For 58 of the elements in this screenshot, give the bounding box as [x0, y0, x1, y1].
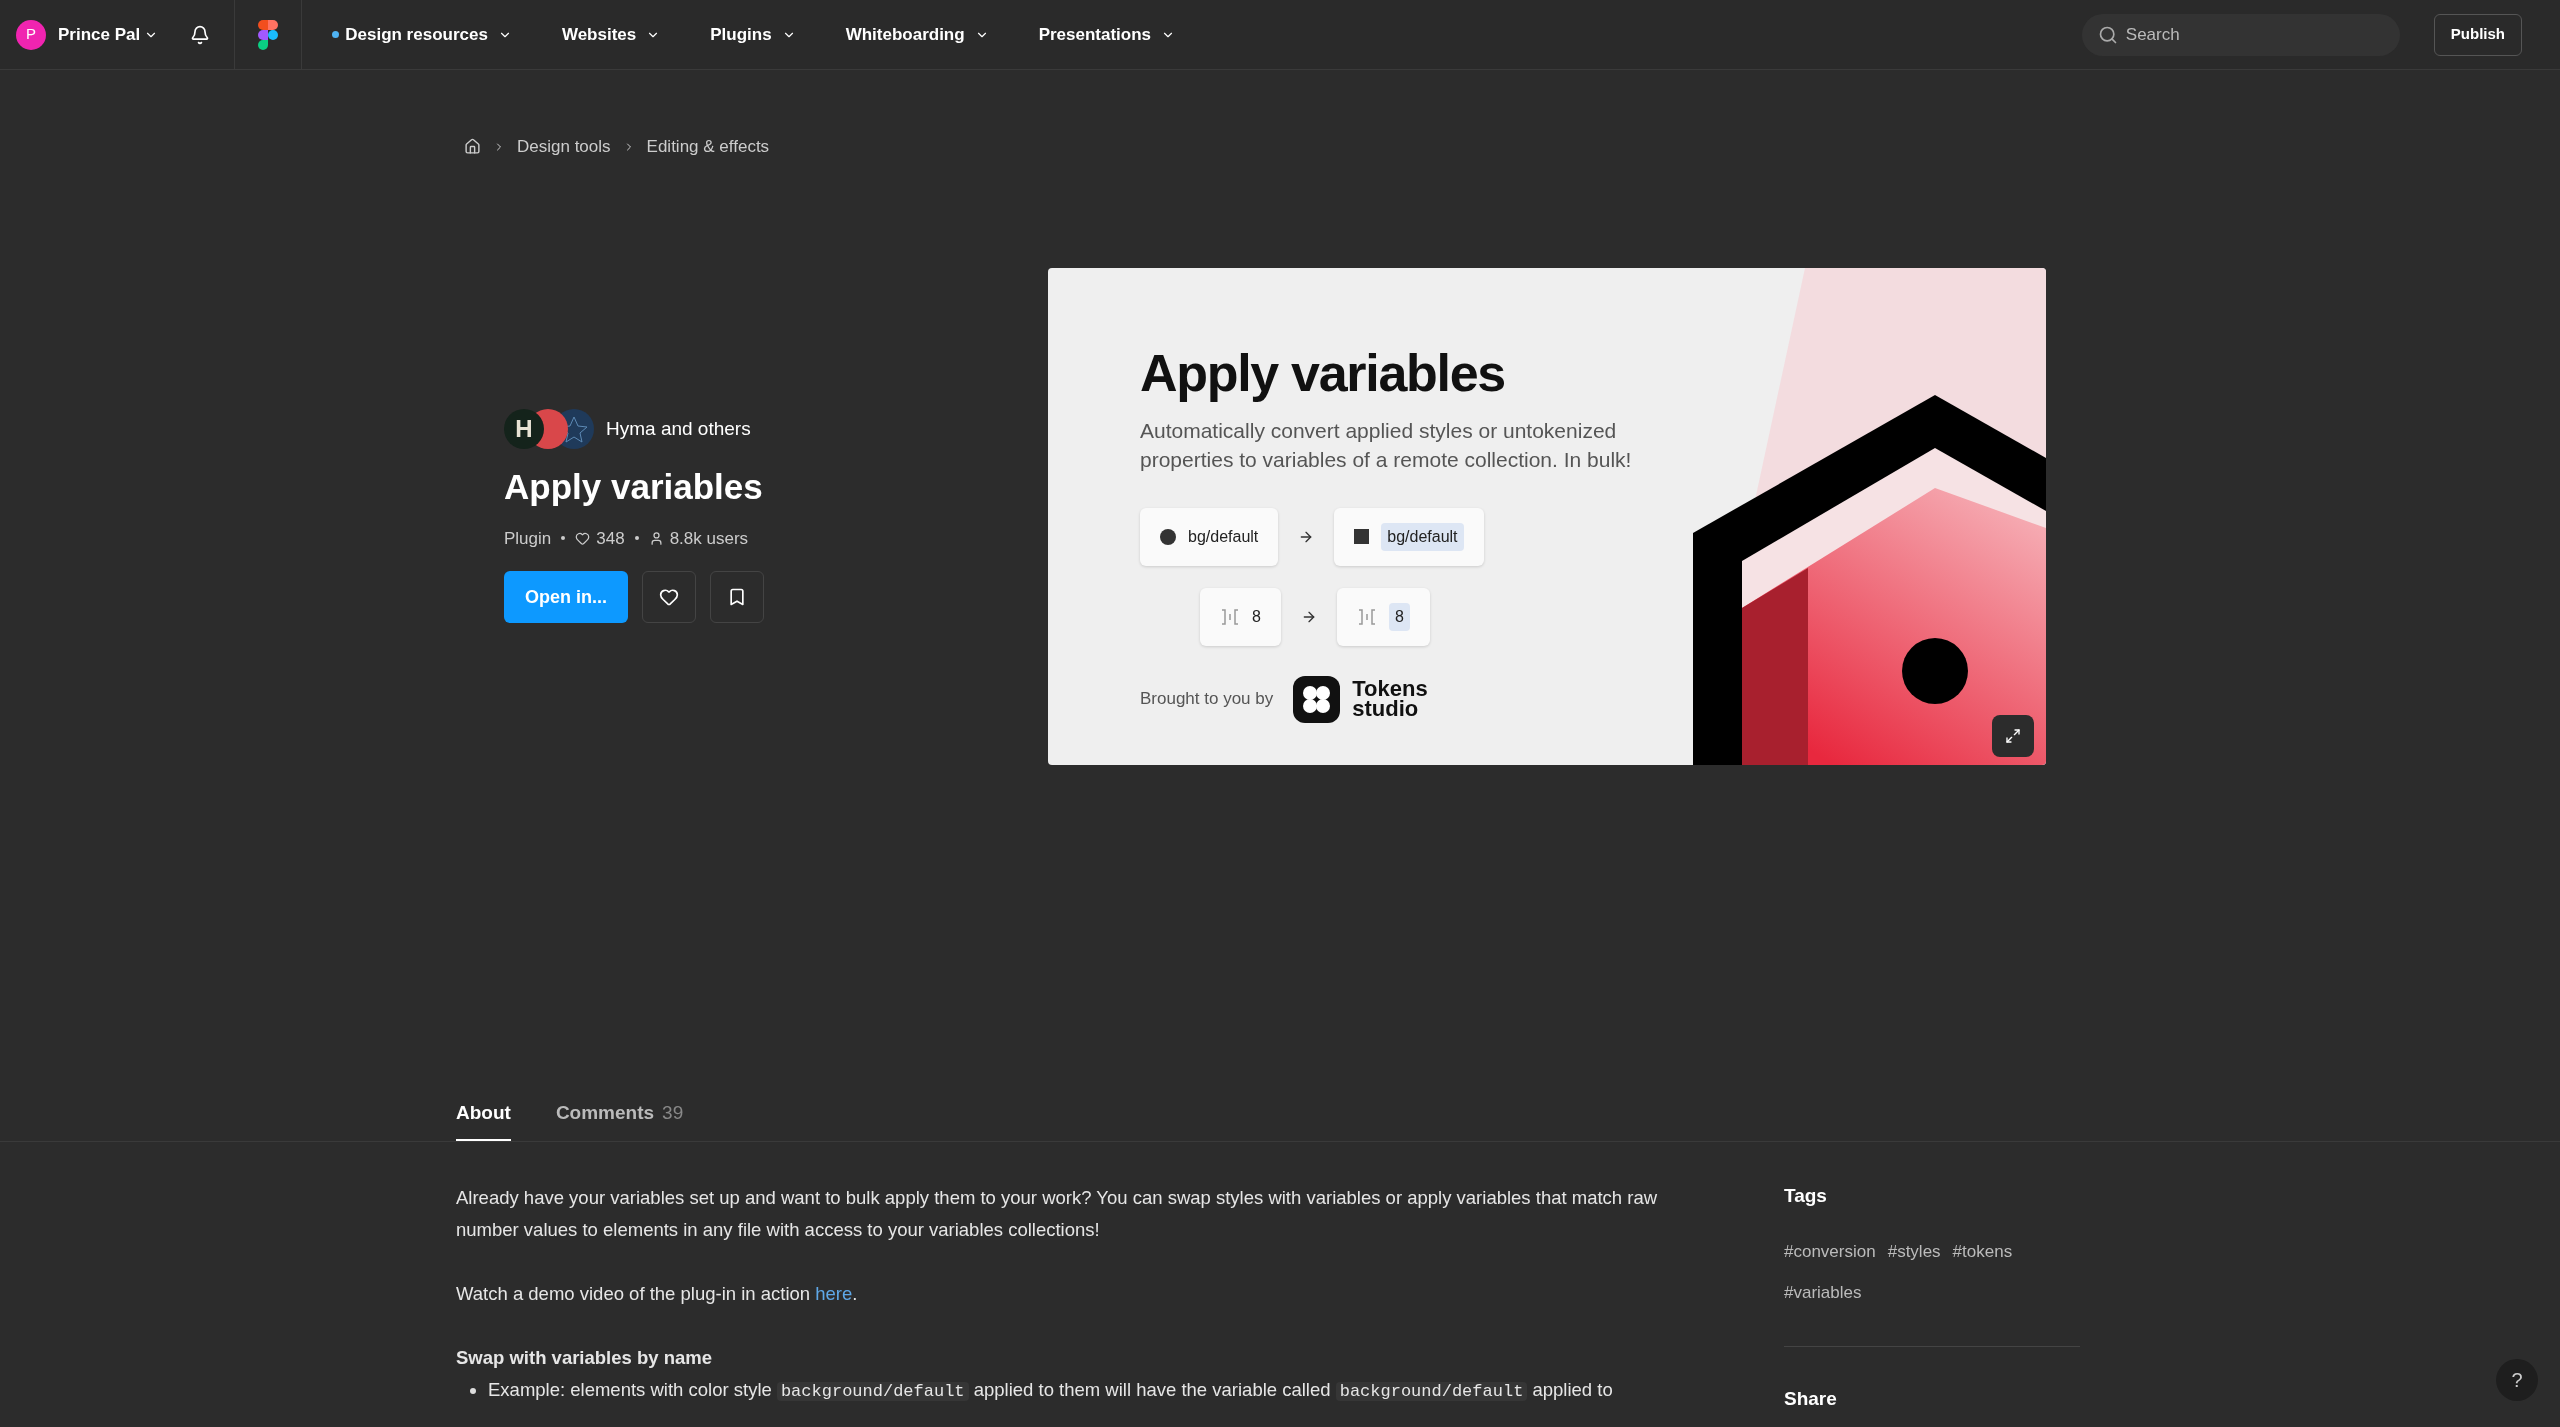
chip-label: bg/default [1381, 522, 1464, 551]
breadcrumb-link[interactable]: Design tools [517, 134, 611, 160]
like-count: 348 [596, 527, 625, 550]
chip-label: bg/default [1188, 526, 1259, 547]
author-avatar: H [504, 409, 544, 449]
nav-menu[interactable]: Websites [561, 21, 661, 48]
publish-button[interactable]: Publish [2433, 13, 2522, 56]
tab[interactable]: About [456, 1098, 511, 1141]
home-icon[interactable] [464, 138, 481, 156]
user-count: 8.8k users [669, 527, 749, 550]
search-field[interactable]: Search [2081, 13, 2400, 56]
chip-label: 8 [1388, 602, 1410, 631]
logo-text: Tokens [1352, 679, 1428, 699]
credit-text: Brought to you by [1140, 688, 1274, 711]
heart-icon [659, 587, 679, 607]
share-heading: Share [1784, 1386, 1838, 1411]
plugin-type: Plugin [504, 527, 552, 550]
paragraph: Already have your variables set up and want to bulk apply them to your work? You can swap styles with variables or apply variables that match raw number values to elements in any file with access to your variables collections! [456, 1186, 1659, 1242]
list-item: Example: elements with color style background/default applied to them will have the variable called background/default applied to [488, 1378, 1613, 1403]
expand-button[interactable] [1992, 714, 2034, 757]
tag-link[interactable]: #styles [1887, 1238, 1941, 1264]
user-icon [648, 530, 664, 546]
nav-menu[interactable]: Design resources [332, 21, 512, 48]
logo-icon [1293, 675, 1341, 723]
heart-icon [575, 530, 591, 546]
logo-text: studio [1352, 699, 1420, 719]
notifications-icon[interactable] [190, 24, 211, 45]
spacing-icon [1220, 606, 1240, 627]
bullet-icon [470, 1388, 476, 1394]
square-icon [1354, 529, 1370, 544]
like-button[interactable] [642, 571, 696, 623]
banner-image[interactable]: Apply variables Automatically convert applied styles or untokenized properties to variables of a remote collection. In bulk! bg/default bg/default 8 8 Brought to you by Tokens studio [1048, 267, 2046, 765]
link[interactable]: here [815, 1283, 853, 1304]
expand-icon [2005, 727, 2021, 744]
nav-menu[interactable]: Plugins [710, 21, 796, 48]
chip-label: 8 [1252, 606, 1261, 627]
plugin-title: Apply variables [504, 466, 764, 508]
spacing-icon [1356, 606, 1377, 627]
breadcrumb-link[interactable]: Editing & effects [646, 134, 770, 160]
tab[interactable]: Comments 39 [555, 1098, 684, 1141]
tags-heading: Tags [1784, 1184, 1828, 1208]
tag-link[interactable]: #variables [1784, 1280, 1862, 1306]
banner-subtitle: Automatically convert applied styles or untokenized properties to variables of a remote collection. In bulk! [1140, 417, 1633, 473]
logo-icon[interactable] [258, 19, 279, 50]
account-menu[interactable]: Prince Pal [58, 21, 159, 48]
nav-menu[interactable]: Presentations [1038, 21, 1176, 48]
tag-link[interactable]: #tokens [1952, 1238, 2013, 1264]
tag-link[interactable]: #conversion [1784, 1238, 1876, 1264]
bookmark-icon [727, 587, 747, 607]
bookmark-button[interactable] [710, 571, 764, 623]
section-heading: Swap with variables by name [456, 1346, 713, 1370]
user-avatar[interactable]: P [16, 19, 46, 50]
search-icon [2097, 24, 2118, 45]
author-names[interactable]: Hyma and others [606, 414, 751, 444]
paragraph: Watch a demo video of the plug-in in action here. [456, 1282, 859, 1306]
nav-menu[interactable]: Whiteboarding [845, 21, 989, 48]
help-button[interactable]: ? [2496, 1359, 2538, 1401]
banner-title: Apply variables [1140, 342, 1506, 404]
